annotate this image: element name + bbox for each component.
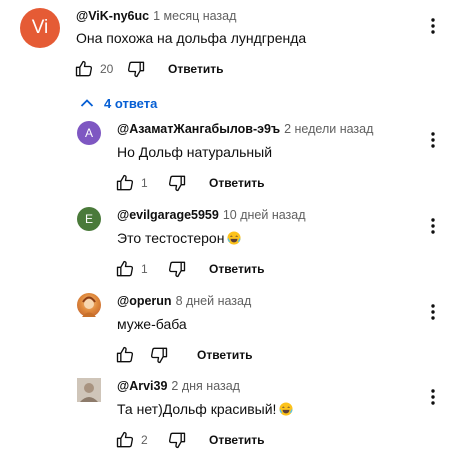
more-vertical-icon xyxy=(431,132,435,148)
replies-count-label: 4 ответа xyxy=(104,95,158,111)
avatar-initials: A xyxy=(84,126,93,140)
avatar[interactable]: A xyxy=(77,121,101,145)
reply-text-row: Это тестостерон xyxy=(117,228,241,248)
avatar[interactable]: Vi xyxy=(20,8,60,48)
reply-button[interactable]: Ответить xyxy=(197,348,252,362)
reply-author[interactable]: @Arvi39 xyxy=(117,379,167,393)
like-button[interactable] xyxy=(113,257,137,281)
thumbs-down-icon xyxy=(168,261,186,278)
replies-toggle-button[interactable]: 4 ответа xyxy=(80,92,157,114)
like-count: 2 xyxy=(141,433,148,447)
more-options-button[interactable] xyxy=(421,128,445,152)
comment-time[interactable]: 1 месяц назад xyxy=(153,9,236,23)
reply-time[interactable]: 10 дней назад xyxy=(223,208,306,222)
like-count: 20 xyxy=(100,62,114,76)
reply-time[interactable]: 8 дней назад xyxy=(176,294,252,308)
reply-time[interactable]: 2 дня назад xyxy=(171,379,240,393)
more-vertical-icon xyxy=(431,389,435,405)
reply-time[interactable]: 2 недели назад xyxy=(284,122,373,136)
reply-button[interactable]: Ответить xyxy=(209,176,264,190)
comment-text: Она похожа на дольфа лундгренда xyxy=(76,30,307,46)
thumbs-down-icon xyxy=(127,61,145,78)
chevron-up-icon xyxy=(80,99,94,107)
avatar[interactable]: E xyxy=(77,207,101,231)
laughing-emoji-icon xyxy=(279,402,294,416)
dislike-button[interactable] xyxy=(147,343,171,367)
thumbs-down-icon xyxy=(168,175,186,192)
thumbs-up-icon xyxy=(75,60,93,77)
reply-author[interactable]: @АзаматЖангабылов-э9ъ xyxy=(117,122,280,136)
like-count: 1 xyxy=(141,262,148,276)
reply-author[interactable]: @evilgarage5959 xyxy=(117,208,219,222)
thumbs-up-icon xyxy=(116,260,134,277)
more-options-button[interactable] xyxy=(421,300,445,324)
reply-text: Это тестостерон xyxy=(117,230,225,246)
like-count: 1 xyxy=(141,176,148,190)
comment-author[interactable]: @ViK-ny6uc xyxy=(76,9,149,23)
more-options-button[interactable] xyxy=(421,14,445,38)
reply-button[interactable]: Ответить xyxy=(209,262,264,276)
more-vertical-icon xyxy=(431,304,435,320)
reply-button[interactable]: Ответить xyxy=(168,62,223,76)
thumbs-up-icon xyxy=(116,431,134,448)
reply-text: Но Дольф натуральный xyxy=(117,144,273,160)
avatar[interactable] xyxy=(77,378,101,402)
avatar-photo-icon xyxy=(82,296,96,317)
thumbs-down-icon xyxy=(168,432,186,449)
like-button[interactable] xyxy=(113,343,137,367)
more-options-button[interactable] xyxy=(421,214,445,238)
avatar-initials: E xyxy=(84,212,93,226)
more-vertical-icon xyxy=(431,218,435,234)
laughing-emoji-icon xyxy=(227,231,241,245)
dislike-button[interactable] xyxy=(165,171,189,195)
dislike-button[interactable] xyxy=(124,57,148,81)
more-options-button[interactable] xyxy=(421,385,445,409)
thumbs-down-icon xyxy=(150,347,168,364)
thumbs-up-icon xyxy=(116,346,134,363)
dislike-button[interactable] xyxy=(165,428,189,450)
avatar[interactable] xyxy=(77,293,101,317)
thumbs-up-icon xyxy=(116,174,134,191)
reply-text: Та нет)Дольф красивый! xyxy=(117,401,277,417)
like-button[interactable] xyxy=(113,171,137,195)
dislike-button[interactable] xyxy=(165,257,189,281)
like-button[interactable] xyxy=(72,57,96,81)
like-button[interactable] xyxy=(113,428,137,450)
avatar-initials: Vi xyxy=(31,17,49,38)
reply-text: муже-баба xyxy=(117,316,187,332)
reply-text-row: Та нет)Дольф красивый! xyxy=(117,399,294,419)
avatar-photo-icon xyxy=(77,378,101,402)
reply-button[interactable]: Ответить xyxy=(209,433,264,447)
more-vertical-icon xyxy=(431,18,435,34)
reply-author[interactable]: @operun xyxy=(117,294,172,308)
